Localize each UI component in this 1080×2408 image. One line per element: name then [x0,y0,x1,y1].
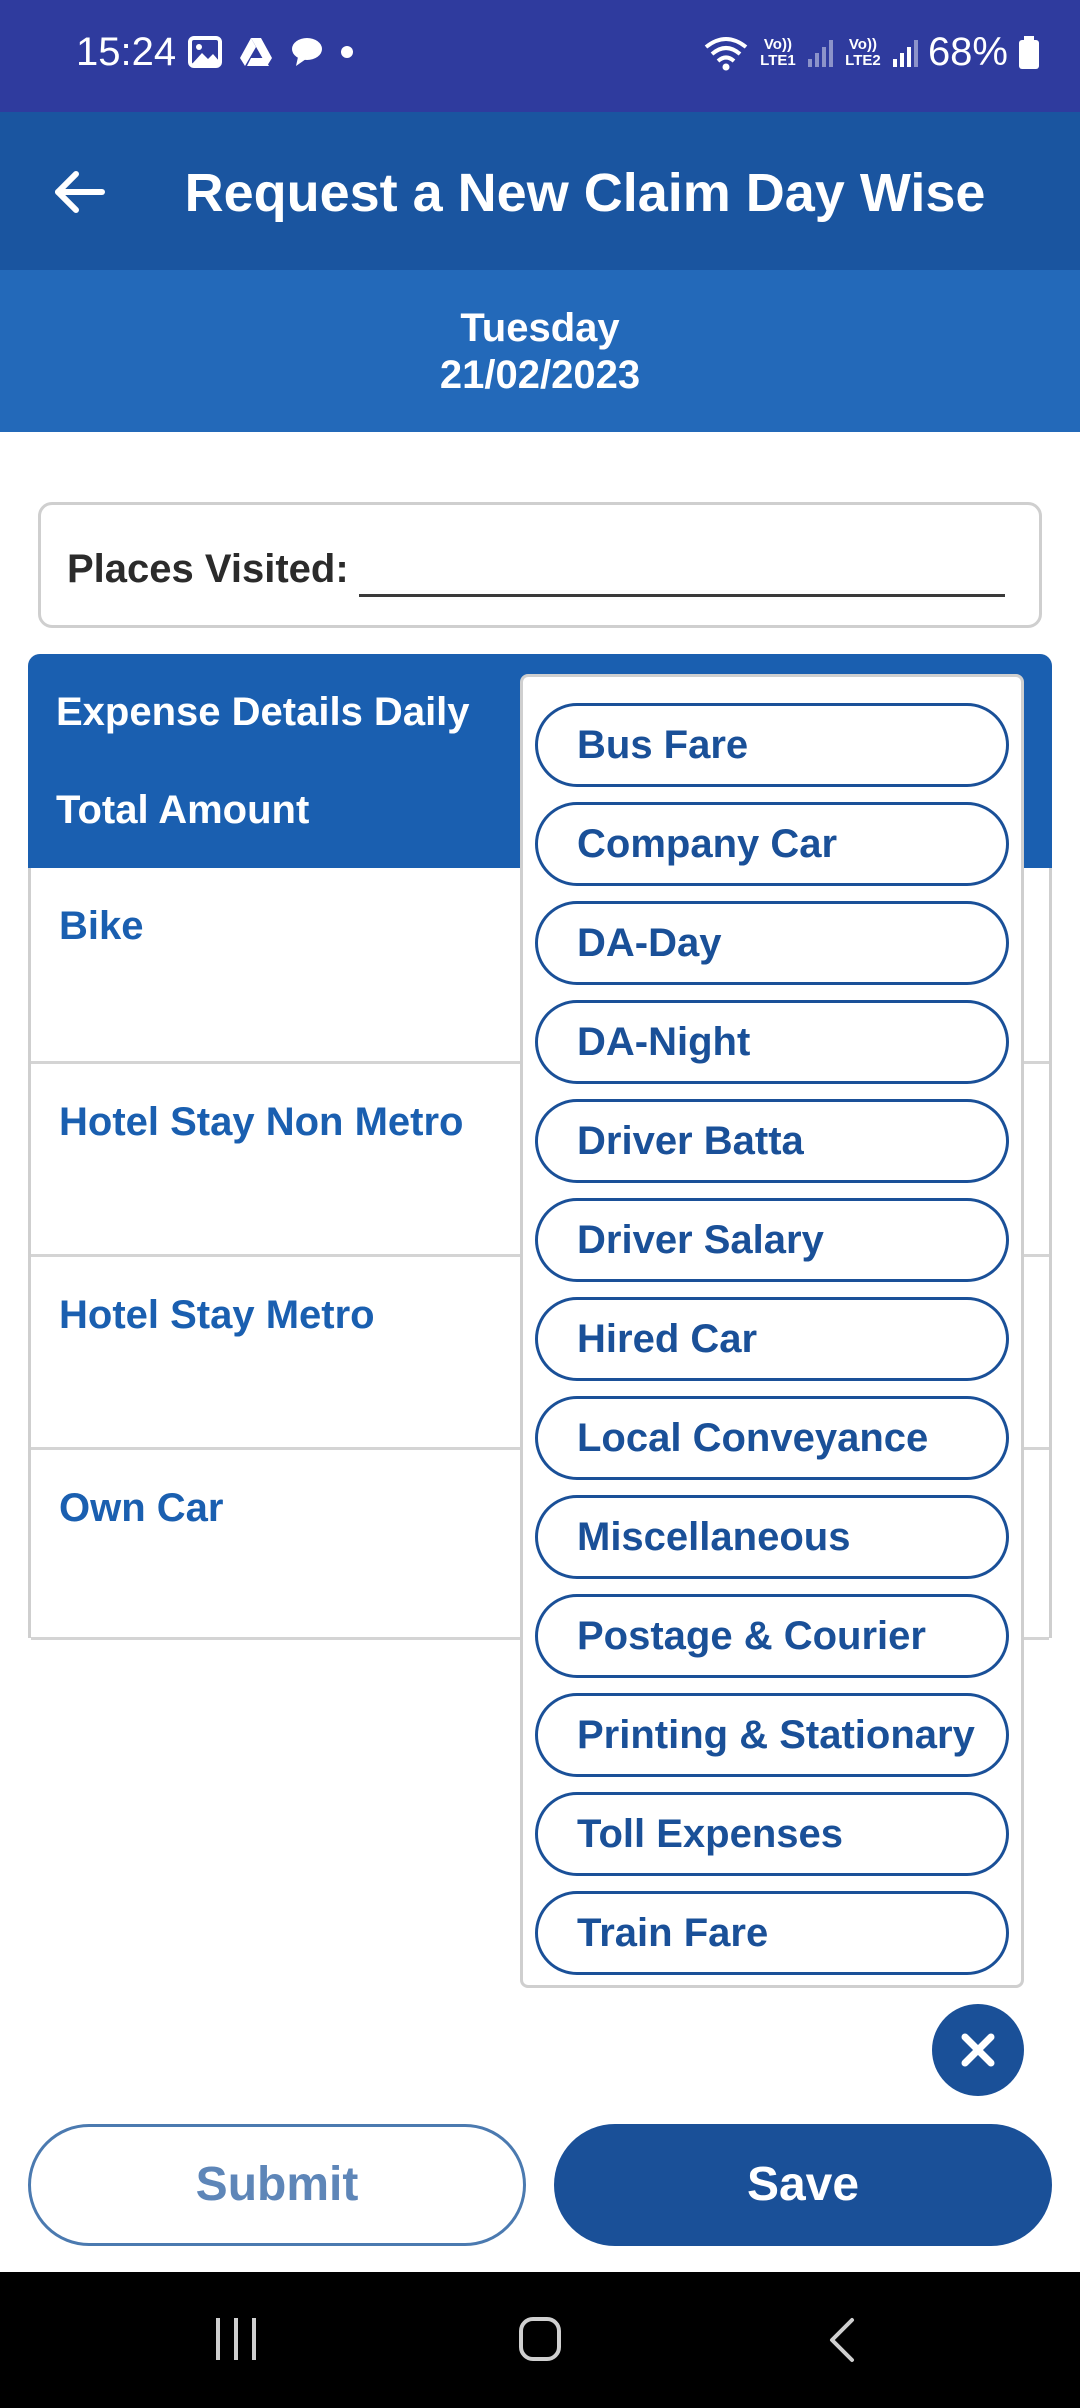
expense-type-dropdown: Bus Fare Company Car DA-Day DA-Night Dri… [520,674,1024,1988]
wifi-icon [704,36,748,70]
option-miscellaneous[interactable]: Miscellaneous [535,1495,1009,1579]
places-visited-label: Places Visited: [67,547,349,591]
option-bus-fare[interactable]: Bus Fare [535,703,1009,787]
page-title: Request a New Claim Day Wise [184,163,986,223]
date-day: Tuesday [460,306,620,350]
option-da-day[interactable]: DA-Day [535,901,1009,985]
save-button[interactable]: Save [554,2124,1052,2246]
battery-percent: 68% [927,30,1008,74]
places-visited-input[interactable] [359,537,1005,597]
sim1-label: Vo)) LTE1 [760,35,796,69]
submit-button[interactable]: Submit [28,2124,526,2246]
notification-icons [188,36,354,68]
status-bar: 15:24 Vo)) LTE1 Vo)) LTE2 68% [0,0,1080,112]
chat-icon [292,38,322,66]
option-da-night[interactable]: DA-Night [535,1000,1009,1084]
home-icon[interactable] [519,2317,561,2361]
expense-row-label: Own Car [59,1486,224,1530]
dot-icon [341,46,353,58]
status-time: 15:24 [76,30,177,74]
total-amount-label: Total Amount [56,788,310,832]
expense-details-title: Expense Details Daily [56,690,470,734]
battery-icon [1019,35,1039,69]
option-company-car[interactable]: Company Car [535,802,1009,886]
date-header: Tuesday 21/02/2023 [0,270,1080,432]
signal-2-icon [892,39,918,67]
system-status: Vo)) LTE1 Vo)) LTE2 68% [704,30,1040,75]
option-driver-salary[interactable]: Driver Salary [535,1198,1009,1282]
option-printing-stationary[interactable]: Printing & Stationary [535,1693,1009,1777]
system-nav-bar [0,2272,1080,2408]
option-driver-batta[interactable]: Driver Batta [535,1099,1009,1183]
drive-icon [240,38,272,66]
signal-1-icon [807,39,833,67]
chevron-left-icon[interactable] [826,2316,856,2364]
option-local-conveyance[interactable]: Local Conveyance [535,1396,1009,1480]
option-train-fare[interactable]: Train Fare [535,1891,1009,1975]
sim2-label: Vo)) LTE2 [845,35,881,69]
option-hired-car[interactable]: Hired Car [535,1297,1009,1381]
expense-row-label: Hotel Stay Metro [59,1293,375,1337]
gallery-icon [188,36,222,68]
close-dropdown-button[interactable] [932,2004,1024,2096]
date-value: 21/02/2023 [439,353,641,397]
expense-row-label: Bike [59,904,144,948]
places-visited-card: Places Visited: [38,502,1042,628]
recent-apps-icon[interactable] [216,2318,256,2360]
close-icon [961,2033,995,2067]
option-postage-courier[interactable]: Postage & Courier [535,1594,1009,1678]
option-toll-expenses[interactable]: Toll Expenses [535,1792,1009,1876]
app-bar: Request a New Claim Day Wise [0,112,1080,270]
expense-row-label: Hotel Stay Non Metro [59,1100,464,1144]
